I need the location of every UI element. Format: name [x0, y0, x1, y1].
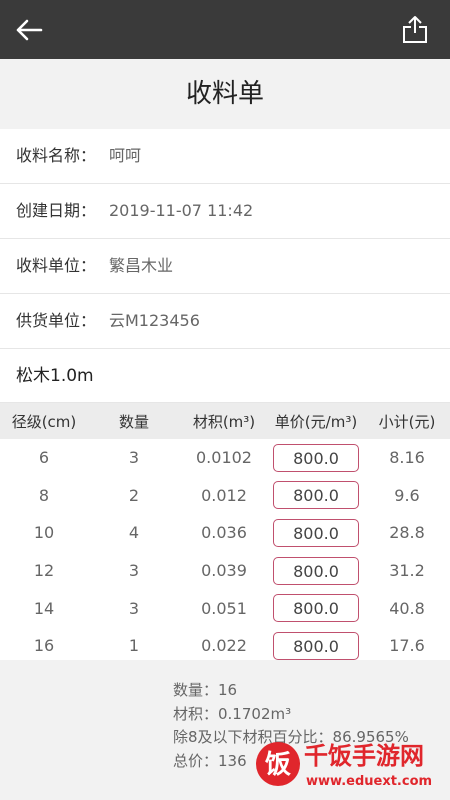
share-icon[interactable] [402, 14, 428, 44]
watermark-text: 千饭手游网 [304, 742, 424, 770]
info-row-name: 收料名称： 呵呵 [0, 129, 450, 184]
header-qty: 数量 [118, 412, 149, 431]
price-input[interactable]: 800.0 [273, 518, 359, 547]
top-bar [0, 0, 450, 59]
info-label: 供货单位： [16, 311, 97, 330]
cell-grade: 6 [38, 448, 50, 468]
table-row: 8 2 0.012 800.0 9.6 [0, 477, 450, 515]
material-table: 径级(cm) 数量 材积(m³) 单价(元/m³) 小计(元) 6 3 0.01… [0, 403, 450, 665]
watermark-logo: 饭 千饭手游网 www.eduext.com [256, 742, 432, 789]
info-row-supplier: 供货单位： 云M123456 [0, 294, 450, 349]
cell-grade: 16 [33, 636, 55, 656]
info-label: 收料单位： [16, 256, 97, 275]
table-row: 10 4 0.036 800.0 28.8 [0, 514, 450, 552]
price-input[interactable]: 800.0 [273, 631, 359, 660]
header-volume: 材积(m³) [192, 412, 256, 431]
info-value: 云M123456 [109, 311, 200, 330]
table-row: 12 3 0.039 800.0 31.2 [0, 552, 450, 590]
cell-subtotal: 31.2 [389, 561, 425, 581]
cell-volume: 0.036 [201, 523, 247, 543]
info-row-date: 创建日期： 2019-11-07 11:42 [0, 184, 450, 239]
info-label: 创建日期： [16, 201, 97, 220]
header-price: 单价(元/m³) [274, 412, 358, 431]
info-value: 呵呵 [109, 146, 142, 165]
header-grade: 径级(cm) [11, 412, 77, 431]
cell-volume: 0.051 [201, 598, 247, 618]
cell-subtotal: 8.16 [389, 448, 425, 468]
summary-count: 数量：16 [173, 681, 238, 699]
cell-volume: 0.039 [201, 561, 247, 581]
cell-qty: 3 [128, 561, 140, 581]
cell-qty: 1 [128, 636, 140, 656]
cell-subtotal: 28.8 [389, 523, 425, 543]
price-input[interactable]: 800.0 [273, 481, 359, 510]
summary-total: 总价：136 [173, 752, 247, 770]
summary-volume: 材积：0.1702m³ [173, 705, 292, 723]
table-row: 14 3 0.051 800.0 40.8 [0, 589, 450, 627]
cell-volume: 0.0102 [196, 448, 252, 468]
cell-subtotal: 9.6 [394, 485, 420, 505]
cell-grade: 10 [33, 523, 55, 543]
info-value: 2019-11-07 11:42 [109, 201, 254, 220]
price-input[interactable]: 800.0 [273, 443, 359, 472]
info-list: 收料名称： 呵呵 创建日期： 2019-11-07 11:42 收料单位： 繁昌木业 … [0, 129, 450, 349]
cell-qty: 4 [128, 523, 140, 543]
page-title: 收料单 [0, 59, 450, 129]
cell-qty: 2 [128, 485, 140, 505]
cell-qty: 3 [128, 598, 140, 618]
svg-text:饭: 饭 [265, 750, 291, 780]
cell-grade: 8 [38, 485, 50, 505]
cell-subtotal: 17.6 [389, 636, 425, 656]
section-title: 松木1.0m [0, 349, 450, 403]
price-input[interactable]: 800.0 [273, 594, 359, 623]
table-row: 6 3 0.0102 800.0 8.16 [0, 439, 450, 477]
watermark-url: www.eduext.com [306, 774, 432, 789]
info-value: 繁昌木业 [109, 256, 174, 275]
header-subtotal: 小计(元) [378, 412, 436, 431]
cell-volume: 0.012 [201, 485, 247, 505]
back-arrow-icon[interactable] [14, 16, 44, 44]
cell-qty: 3 [128, 448, 140, 468]
info-row-receiver: 收料单位： 繁昌木业 [0, 239, 450, 294]
cell-volume: 0.022 [201, 636, 247, 656]
cell-grade: 14 [33, 598, 55, 618]
table-header-row: 径级(cm) 数量 材积(m³) 单价(元/m³) 小计(元) [0, 403, 450, 439]
info-label: 收料名称： [16, 146, 97, 165]
table-row: 16 1 0.022 800.0 17.6 [0, 627, 450, 665]
cell-subtotal: 40.8 [389, 598, 425, 618]
cell-grade: 12 [33, 561, 55, 581]
price-input[interactable]: 800.0 [273, 556, 359, 585]
